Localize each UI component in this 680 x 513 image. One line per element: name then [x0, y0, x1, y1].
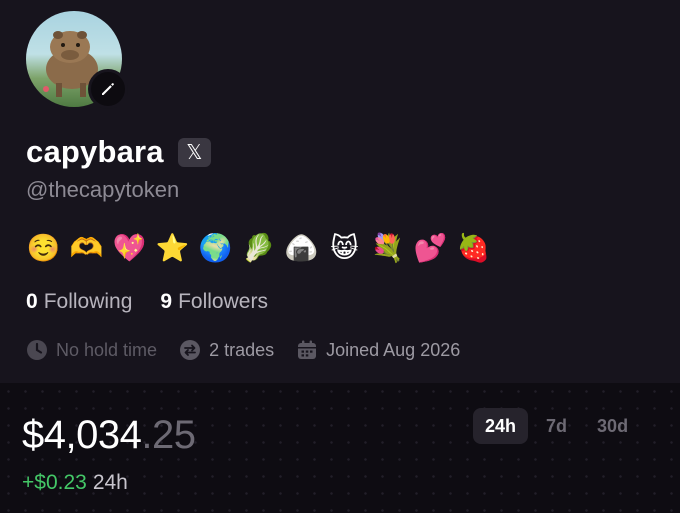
- following-count: 0: [26, 290, 38, 313]
- profile-header: capybara 𝕏 @thecapytoken ☺️ 🫶 💖 ⭐ 🌍 🥬 🍙 …: [0, 0, 680, 383]
- time-range-tabs: 24h 7d 30d: [473, 408, 640, 444]
- bio-emojis: ☺️ 🫶 💖 ⭐ 🌍 🥬 🍙 😸 💐 💕 🍓: [26, 230, 491, 268]
- sparkling-heart-emoji: 💖: [112, 233, 147, 264]
- following-link[interactable]: 0 Following: [26, 290, 132, 314]
- change-period: 24h: [92, 471, 128, 494]
- strawberry-emoji: 🍓: [456, 233, 491, 264]
- x-link-icon[interactable]: 𝕏: [177, 137, 211, 167]
- edit-avatar-button[interactable]: [88, 69, 128, 109]
- joined-text: Joined Aug 2026: [326, 339, 461, 360]
- hold-time-item: No hold time: [26, 339, 157, 361]
- followers-link[interactable]: 9 Followers: [160, 290, 268, 314]
- star-emoji: ⭐: [155, 233, 190, 264]
- user-handle: @thecapytoken: [26, 177, 180, 202]
- followers-label: Followers: [178, 290, 268, 313]
- swap-icon: [179, 339, 201, 361]
- balance-cents: .25: [141, 413, 196, 457]
- globe-emoji: 🌍: [198, 233, 233, 264]
- heart-hands-emoji: 🫶: [69, 233, 104, 264]
- balance-change: +$0.23 24h: [22, 471, 128, 495]
- wallet-summary: $4,034.25 +$0.23 24h 24h 7d 30d: [0, 383, 680, 513]
- balance-dollars: $4,034: [22, 413, 142, 457]
- portfolio-balance: $4,034.25: [22, 413, 196, 458]
- grinning-cat-emoji: 😸: [330, 233, 359, 264]
- profile-meta: No hold time 2 trades Joined Aug 2026: [26, 339, 482, 361]
- two-hearts-emoji: 💕: [413, 233, 448, 264]
- joined-item: Joined Aug 2026: [296, 339, 460, 361]
- pencil-icon: [102, 83, 114, 95]
- follow-stats: 0 Following 9 Followers: [26, 290, 268, 314]
- rice-ball-emoji: 🍙: [284, 233, 319, 264]
- name-row: capybara 𝕏: [26, 134, 211, 170]
- tab-7d[interactable]: 7d: [534, 408, 579, 444]
- calendar-icon: [296, 339, 318, 361]
- followers-count: 9: [160, 290, 173, 313]
- tab-24h[interactable]: 24h: [473, 408, 529, 444]
- hold-time-text: No hold time: [56, 339, 158, 360]
- clock-icon: [26, 339, 48, 361]
- smiling-face-emoji: ☺️: [26, 233, 61, 264]
- display-name: capybara: [26, 134, 164, 169]
- bouquet-emoji: 💐: [370, 233, 405, 264]
- trades-text: 2 trades: [209, 339, 275, 360]
- change-amount: +$0.23: [22, 471, 87, 494]
- following-label: Following: [43, 290, 133, 313]
- trades-item: 2 trades: [179, 339, 274, 361]
- leafy-green-emoji: 🥬: [241, 233, 276, 264]
- tab-30d[interactable]: 30d: [585, 408, 640, 444]
